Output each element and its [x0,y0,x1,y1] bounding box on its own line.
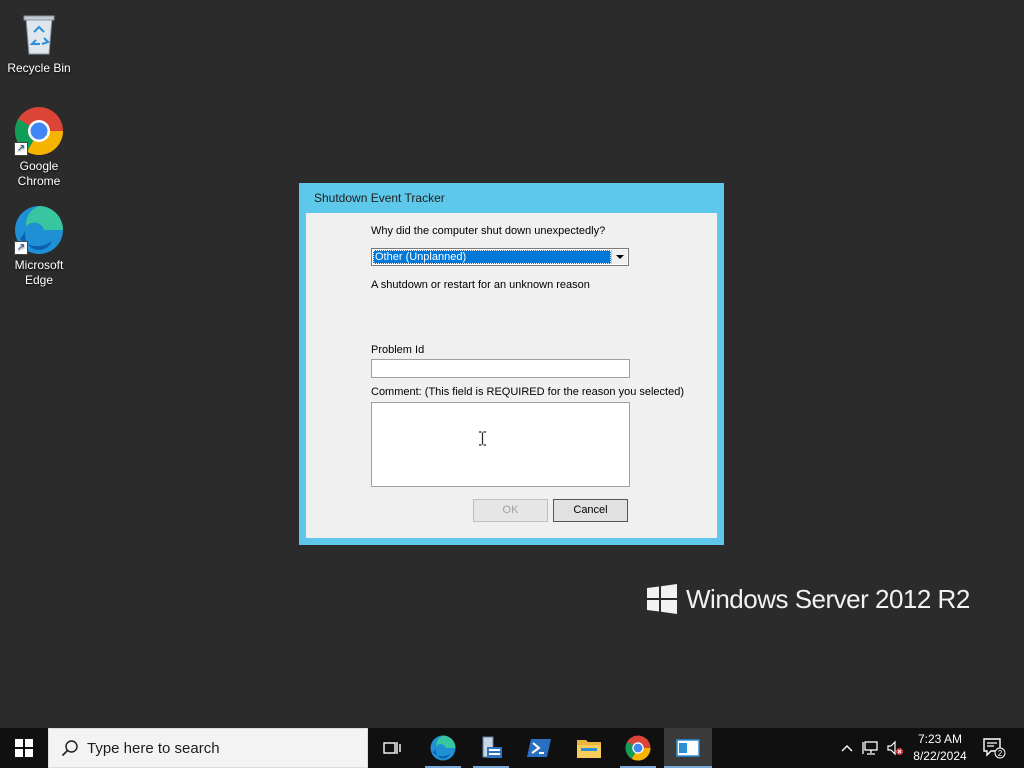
recycle-bin-icon [14,8,64,58]
search-box[interactable]: Type here to search [48,728,368,768]
network-status-button[interactable] [860,728,882,768]
desktop-icon-label: Recycle Bin [7,61,71,75]
taskbar-powershell[interactable] [515,728,563,768]
dialog-client-area: Why did the computer shut down unexpecte… [306,213,717,538]
chrome-icon: ↗ [14,106,64,156]
clock[interactable]: 7:23 AM 8/22/2024 [905,731,975,765]
desktop-icon-microsoft-edge[interactable]: ↗ Microsoft Edge [0,205,78,288]
search-icon [61,740,78,757]
shortcut-arrow-icon: ↗ [14,142,28,156]
shortcut-arrow-icon: ↗ [14,241,28,255]
comment-textarea[interactable] [371,402,630,487]
text-cursor-icon [479,431,486,446]
notification-icon: 2 [983,738,1006,759]
edge-icon [430,735,456,761]
desktop-icon-recycle-bin[interactable]: Recycle Bin [0,8,78,76]
task-view-button[interactable] [368,728,416,768]
taskbar-file-explorer[interactable] [565,728,613,768]
show-hidden-icons-button[interactable] [838,728,856,768]
action-center-button[interactable]: 2 [980,728,1008,768]
shutdown-event-tracker-dialog: Shutdown Event Tracker Why did the compu… [299,183,724,545]
powershell-icon [527,739,551,757]
server-manager-icon [482,736,502,758]
windows-logo-icon [647,584,677,614]
start-button[interactable] [0,728,48,768]
taskbar: Type here to search 7:23 AM 8/22/2024 2 [0,728,1024,768]
clock-date: 8/22/2024 [913,749,967,763]
taskbar-edge[interactable] [419,728,467,768]
taskbar-server-manager[interactable] [467,728,515,768]
reason-dropdown[interactable]: Other (Unplanned) [371,248,629,266]
desktop-icon-label: Google Chrome [17,159,61,188]
file-explorer-icon [577,740,601,758]
search-placeholder: Type here to search [87,739,220,757]
problem-id-label: Problem Id [371,344,425,356]
desktop-icon-google-chrome[interactable]: ↗ Google Chrome [0,106,78,189]
edge-icon: ↗ [14,205,64,255]
clock-time: 7:23 AM [917,732,963,746]
chrome-icon [625,735,651,761]
comment-label: Comment: (This field is REQUIRED for the… [371,386,685,398]
taskbar-chrome[interactable] [614,728,662,768]
desktop-icon-label: Microsoft Edge [14,258,64,287]
reason-description: A shutdown or restart for an unknown rea… [371,279,590,291]
network-icon [862,741,878,755]
taskbar-shutdown-tracker[interactable] [664,728,712,768]
chevron-down-icon[interactable] [611,250,627,264]
shutdown-tracker-icon [676,739,700,757]
cancel-button[interactable]: Cancel [553,499,628,522]
task-view-icon [383,742,401,754]
dialog-title: Shutdown Event Tracker [314,191,445,205]
volume-muted-icon [887,740,903,756]
ok-button[interactable]: OK [473,499,548,522]
watermark-text: Windows Server 2012 R2 [686,583,970,614]
problem-id-field[interactable] [371,359,630,378]
reason-selected-value: Other (Unplanned) [373,250,611,264]
question-label: Why did the computer shut down unexpecte… [371,225,606,237]
os-watermark: Windows Server 2012 R2 [647,584,970,614]
volume-button[interactable] [884,728,906,768]
start-icon [15,739,33,757]
notification-count: 2 [998,749,1003,758]
chevron-up-icon [841,745,853,752]
